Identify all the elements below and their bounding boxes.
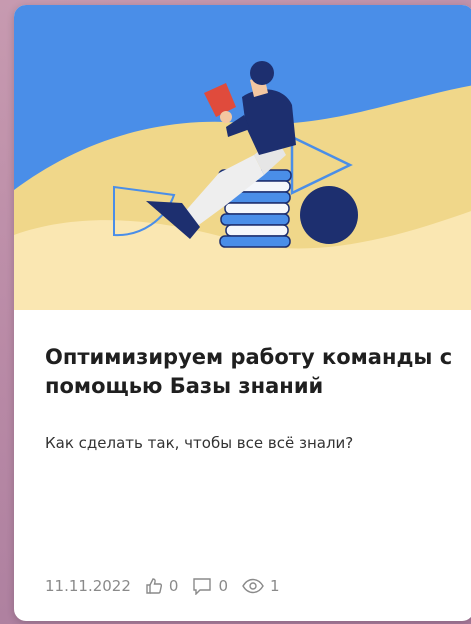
likes-counter[interactable]: 0 xyxy=(145,577,179,595)
views-count: 1 xyxy=(269,577,280,595)
views-counter: 1 xyxy=(242,577,280,595)
card-title[interactable]: Оптимизируем работу команды с помощью Ба… xyxy=(45,343,455,401)
comments-count: 0 xyxy=(218,577,228,595)
thumbs-up-icon xyxy=(145,577,163,595)
card-subtitle: Как сделать так, чтобы все всё знали? xyxy=(45,434,354,452)
article-card[interactable]: Оптимизируем работу команды с помощью Ба… xyxy=(14,5,471,621)
eye-icon xyxy=(242,578,264,594)
cover-illustration xyxy=(14,5,471,310)
card-meta: 11.11.2022 0 0 1 xyxy=(45,577,280,595)
likes-count: 0 xyxy=(168,577,179,595)
comment-icon xyxy=(192,577,212,595)
publish-date: 11.11.2022 xyxy=(45,577,131,595)
comments-counter[interactable]: 0 xyxy=(192,577,228,595)
